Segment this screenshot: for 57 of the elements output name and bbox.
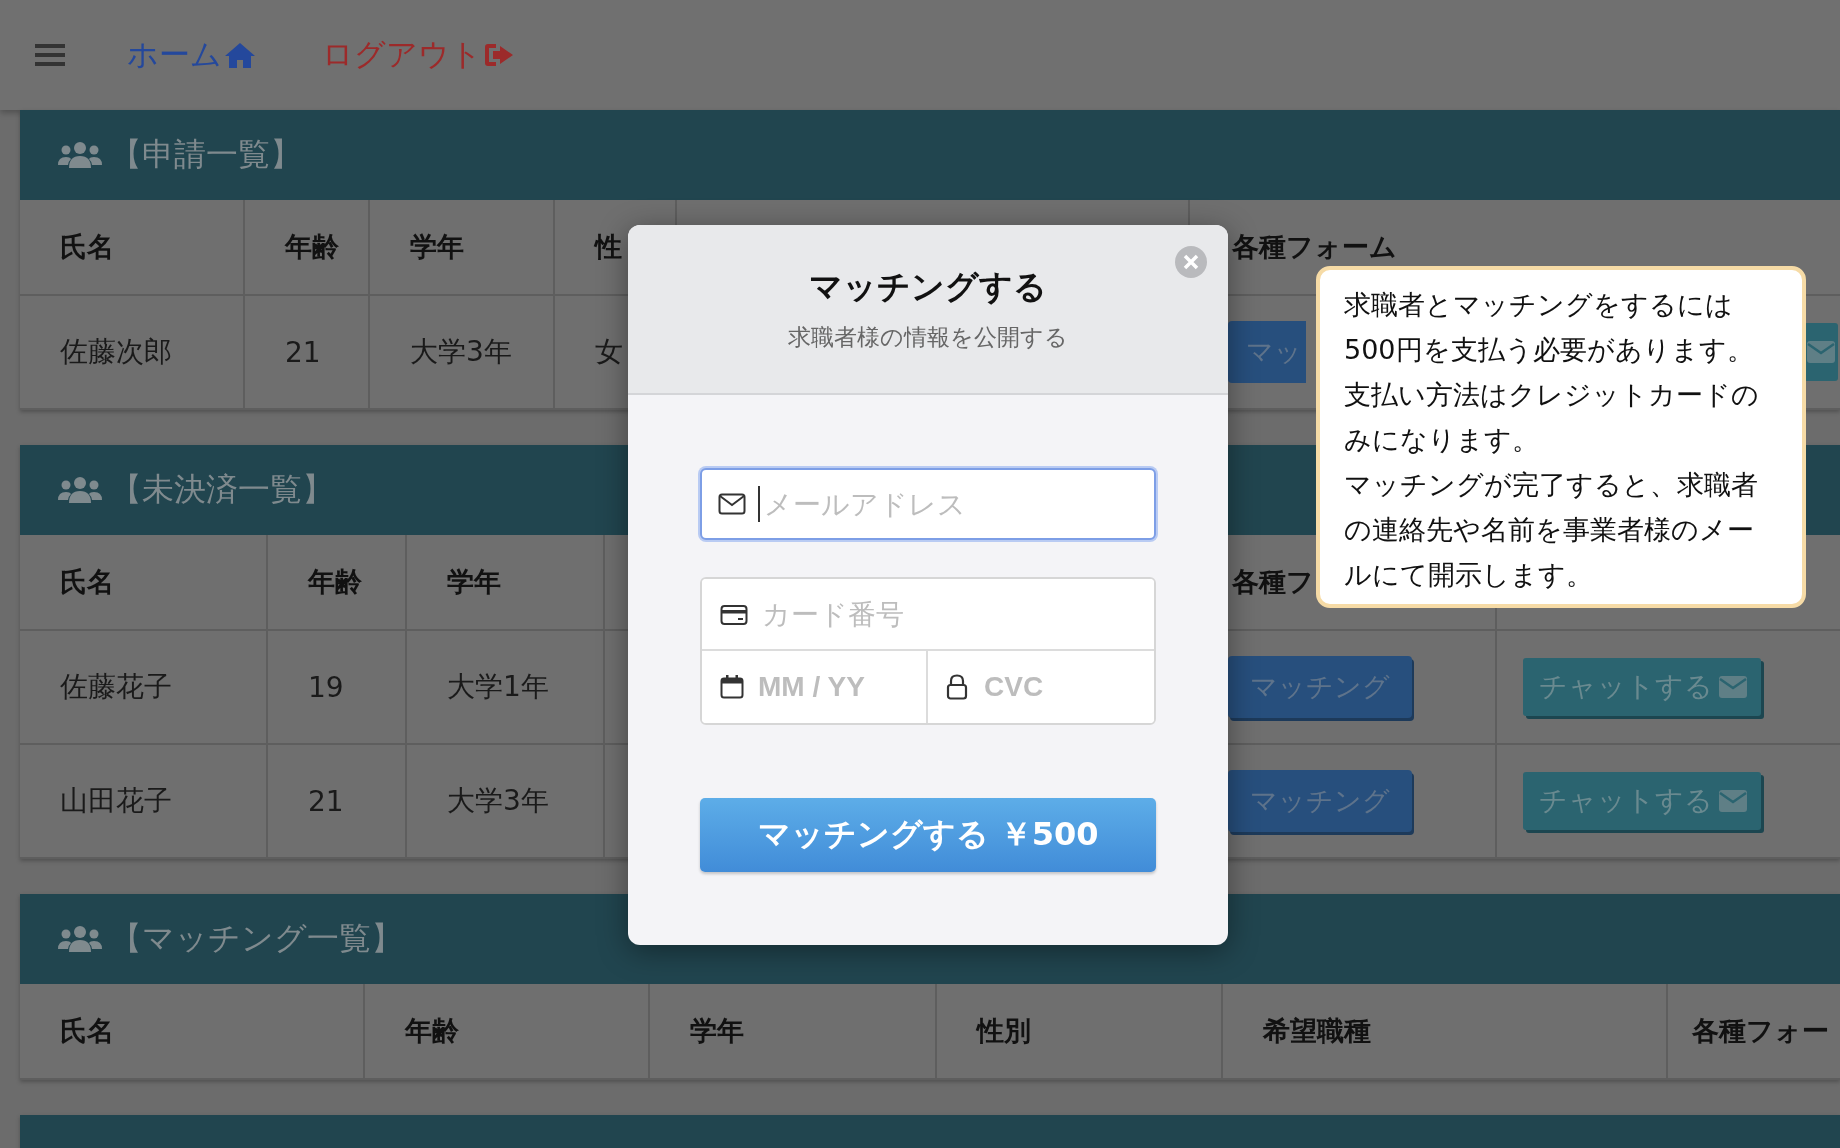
users-icon	[58, 924, 102, 954]
users-icon	[58, 140, 102, 170]
notice-text: 求職者とマッチングをするには500円を支払う必要があります。支払い方法はクレジットカードのみになります。	[1344, 288, 1760, 457]
envelope-icon	[1719, 790, 1747, 812]
calendar-icon	[720, 675, 744, 699]
users-icon	[58, 475, 102, 505]
card-input-group[interactable]: カード番号 MM / YY CVC	[700, 577, 1156, 725]
lock-icon	[946, 674, 968, 700]
table-cell-text: 佐藤花子	[60, 669, 172, 705]
table-cell-text: 大学3年	[447, 783, 549, 819]
sign-out-icon	[484, 42, 514, 68]
column-header: 学年	[690, 1014, 744, 1048]
envelope-icon	[1719, 676, 1747, 698]
column-header: 各種フ	[1232, 565, 1314, 599]
table-cell: 21	[285, 335, 321, 369]
envelope-icon	[1807, 341, 1835, 363]
table-cell-text: 女	[595, 334, 623, 370]
dialog-subtitle: 求職者様の情報を公開する	[788, 323, 1068, 352]
column-header: 性別	[977, 1014, 1031, 1048]
email-field[interactable]: メールアドレス	[700, 468, 1156, 540]
column-header: 学年	[447, 565, 501, 599]
column-header: 氏名	[60, 565, 114, 599]
column-header: 年齢	[405, 1014, 459, 1048]
card-number-field[interactable]: カード番号	[702, 579, 1154, 651]
chat-button[interactable]	[1804, 323, 1838, 381]
envelope-icon	[718, 493, 746, 515]
expiry-field[interactable]: MM / YY	[702, 651, 928, 723]
notice-text: マッチングが完了すると、求職者の連絡先や名前を事業者様のメールにて開示します。	[1344, 468, 1759, 592]
close-icon[interactable]	[1174, 245, 1208, 279]
column-header: 年齢	[285, 230, 339, 264]
text-cursor	[758, 486, 760, 522]
column-header: 各種フォー	[1692, 1014, 1829, 1048]
table-cell-text: 佐藤次郎	[60, 334, 172, 370]
section-title: 【マッチング一覧】	[110, 918, 403, 959]
table-cell: 19	[308, 670, 344, 704]
column-header: 年齢	[308, 565, 362, 599]
table-cell: 21	[308, 784, 344, 818]
home-link[interactable]: ホーム	[127, 34, 256, 76]
chat-button[interactable]: チャットする	[1523, 772, 1761, 830]
table-cell-text: 大学3年	[410, 334, 512, 370]
column-header: 性	[595, 230, 622, 264]
section-title: 【未決済一覧】	[110, 469, 334, 510]
column-header: 各種フォーム	[1232, 230, 1397, 264]
column-header: 氏名	[60, 230, 114, 264]
section-title: 【申請一覧】	[110, 134, 302, 175]
column-header: 学年	[410, 230, 464, 264]
logout-link[interactable]: ログアウト	[322, 34, 514, 76]
chat-button[interactable]: チャットする	[1523, 658, 1761, 716]
column-header: 希望職種	[1263, 1014, 1371, 1048]
dialog-title: マッチングする	[809, 266, 1047, 308]
table-cell-text: 山田花子	[60, 783, 172, 819]
credit-card-icon	[720, 604, 748, 626]
menu-icon[interactable]	[35, 43, 65, 67]
pay-button[interactable]: マッチングする ￥500	[700, 798, 1156, 872]
column-header: 氏名	[60, 1014, 114, 1048]
table-cell-text: 大学1年	[447, 669, 549, 705]
house-icon	[224, 41, 256, 69]
